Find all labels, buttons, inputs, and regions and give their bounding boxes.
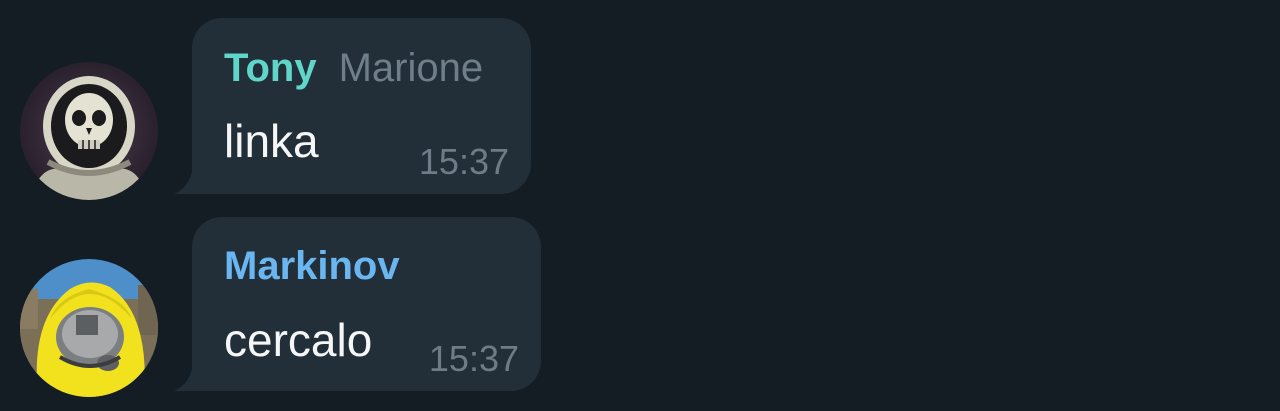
bubble-tail-icon xyxy=(174,369,192,391)
message-text: linka xyxy=(224,115,319,167)
chat-view: Tony Marione linka 15:37 Markinov cercal… xyxy=(0,0,1280,411)
avatar-markinov[interactable] xyxy=(20,259,158,397)
message-time: 15:37 xyxy=(428,338,519,379)
bubble-tail-icon xyxy=(174,172,192,194)
sender-name[interactable]: Tony xyxy=(224,46,317,90)
via-name[interactable]: Marione xyxy=(339,46,484,90)
message-bubble[interactable]: Markinov cercalo 15:37 xyxy=(174,217,541,391)
message-time: 15:37 xyxy=(418,141,509,182)
message-header: Markinov xyxy=(224,242,400,290)
message-row: Tony Marione linka 15:37 xyxy=(0,0,1280,205)
message-row: Markinov cercalo 15:37 xyxy=(0,205,1280,411)
message-text: cercalo xyxy=(224,314,373,366)
avatar-tony[interactable] xyxy=(20,62,158,200)
message-header: Tony Marione xyxy=(224,44,483,92)
astronaut-skull-icon xyxy=(20,62,158,200)
sender-name[interactable]: Markinov xyxy=(224,244,400,288)
yellow-hazmat-icon xyxy=(20,259,158,397)
message-bubble[interactable]: Tony Marione linka 15:37 xyxy=(174,18,531,194)
